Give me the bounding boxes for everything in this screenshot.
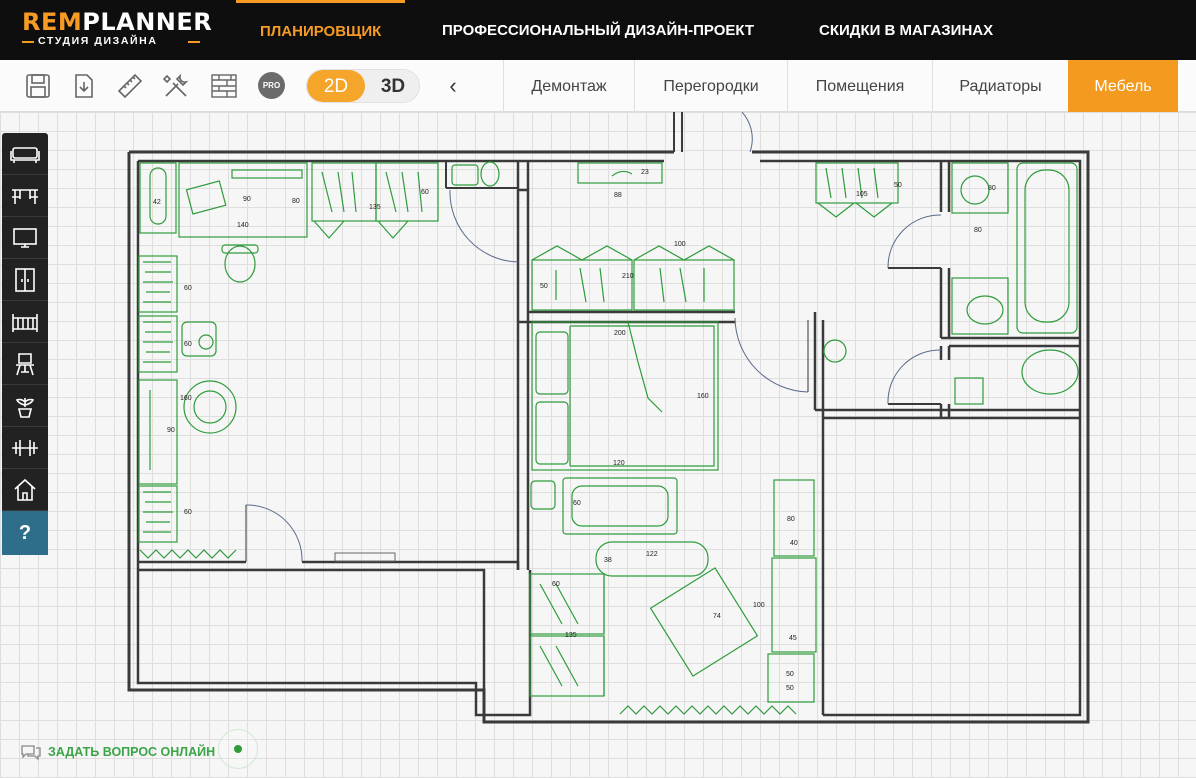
ask-online-chat[interactable]: ЗАДАТЬ ВОПРОС ОНЛАЙН bbox=[20, 739, 215, 765]
table-icon[interactable] bbox=[2, 175, 48, 217]
tools-icon[interactable] bbox=[160, 70, 192, 102]
nav-planner[interactable]: ПЛАНИРОВЩИК bbox=[236, 0, 406, 60]
tab-furniture[interactable]: Мебель bbox=[1068, 60, 1178, 112]
svg-text:135: 135 bbox=[369, 204, 381, 211]
svg-text:80: 80 bbox=[974, 227, 982, 234]
svg-text:200: 200 bbox=[614, 330, 626, 337]
wardrobe-icon[interactable] bbox=[2, 259, 48, 301]
house-icon[interactable] bbox=[2, 469, 48, 511]
nav-design-project[interactable]: ПРОФЕССИОНАЛЬНЫЙ ДИЗАЙН-ПРОЕКТ bbox=[442, 0, 754, 60]
online-status-dot[interactable] bbox=[218, 729, 258, 769]
tab-radiators[interactable]: Радиаторы bbox=[932, 60, 1068, 112]
save-icon[interactable] bbox=[22, 70, 54, 102]
svg-text:60: 60 bbox=[573, 500, 581, 507]
svg-text:100: 100 bbox=[674, 241, 686, 248]
furniture-sidebar: ? bbox=[2, 133, 48, 555]
svg-text:74: 74 bbox=[713, 613, 721, 620]
view-3d-button[interactable]: 3D bbox=[365, 70, 419, 102]
plant-icon[interactable] bbox=[2, 385, 48, 427]
svg-text:90: 90 bbox=[167, 427, 175, 434]
chat-bubble-icon bbox=[21, 745, 41, 761]
tab-rooms[interactable]: Помещения bbox=[787, 60, 932, 112]
svg-text:60: 60 bbox=[184, 341, 192, 348]
radiator bbox=[334, 552, 396, 562]
tv-icon[interactable] bbox=[2, 217, 48, 259]
svg-text:90: 90 bbox=[243, 196, 251, 203]
svg-text:135: 135 bbox=[565, 632, 577, 639]
svg-text:80: 80 bbox=[292, 198, 300, 205]
crib-icon[interactable] bbox=[2, 301, 48, 343]
download-icon[interactable] bbox=[68, 70, 100, 102]
remplanner-logo[interactable]: REMPLANNER СТУДИЯ ДИЗАЙНА bbox=[22, 9, 212, 47]
svg-text:160: 160 bbox=[180, 395, 192, 402]
sofa-icon[interactable] bbox=[2, 133, 48, 175]
bricks-icon[interactable] bbox=[208, 70, 240, 102]
svg-text:42: 42 bbox=[153, 199, 161, 206]
svg-text:38: 38 bbox=[604, 557, 612, 564]
svg-text:45: 45 bbox=[789, 635, 797, 642]
svg-text:122: 122 bbox=[646, 551, 658, 558]
dimension-labels: 42 90 80 140 135 60 23 88 105 50 80 80 1… bbox=[153, 169, 996, 692]
svg-text:60: 60 bbox=[184, 285, 192, 292]
help-button[interactable]: ? bbox=[2, 511, 48, 555]
svg-text:100: 100 bbox=[753, 602, 765, 609]
floor-plan[interactable]: 42 90 80 140 135 60 23 88 105 50 80 80 1… bbox=[0, 112, 1196, 778]
svg-text:50: 50 bbox=[786, 671, 794, 678]
svg-text:60: 60 bbox=[184, 509, 192, 516]
svg-text:60: 60 bbox=[552, 581, 560, 588]
svg-text:160: 160 bbox=[697, 393, 709, 400]
svg-text:80: 80 bbox=[787, 516, 795, 523]
doors bbox=[245, 112, 942, 563]
walls bbox=[127, 112, 1090, 724]
view-2d-button[interactable]: 2D bbox=[307, 70, 365, 102]
svg-text:40: 40 bbox=[790, 540, 798, 547]
svg-text:120: 120 bbox=[613, 460, 625, 467]
nav-discounts[interactable]: СКИДКИ В МАГАЗИНАХ bbox=[819, 0, 993, 60]
svg-text:88: 88 bbox=[614, 192, 622, 199]
svg-text:210: 210 bbox=[622, 273, 634, 280]
svg-text:50: 50 bbox=[894, 182, 902, 189]
tab-partitions[interactable]: Перегородки bbox=[634, 60, 787, 112]
tab-demolition[interactable]: Демонтаж bbox=[503, 60, 634, 112]
pro-badge[interactable]: PRO bbox=[258, 72, 285, 99]
svg-text:50: 50 bbox=[540, 283, 548, 290]
view-toggle: 2D 3D bbox=[306, 69, 420, 103]
chevron-left-icon[interactable]: ‹ bbox=[440, 72, 466, 100]
plan-canvas[interactable]: 42 90 80 140 135 60 23 88 105 50 80 80 1… bbox=[0, 112, 1196, 778]
svg-text:50: 50 bbox=[786, 685, 794, 692]
svg-text:80: 80 bbox=[988, 185, 996, 192]
ruler-icon[interactable] bbox=[114, 70, 146, 102]
svg-text:140: 140 bbox=[237, 222, 249, 229]
chair-icon[interactable] bbox=[2, 343, 48, 385]
furniture bbox=[138, 161, 1079, 715]
dumbbell-icon[interactable] bbox=[2, 427, 48, 469]
svg-text:60: 60 bbox=[421, 189, 429, 196]
svg-text:105: 105 bbox=[856, 191, 868, 198]
svg-text:23: 23 bbox=[641, 169, 649, 176]
